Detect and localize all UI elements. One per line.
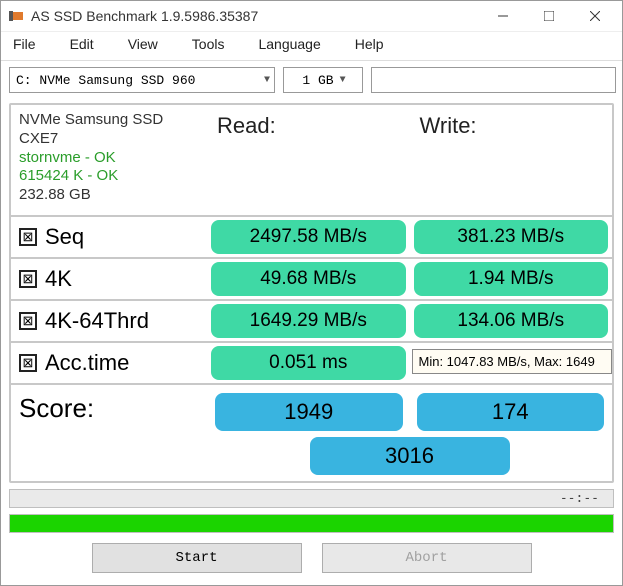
menu-help[interactable]: Help: [349, 34, 390, 54]
seq-read-value: 2497.58 MB/s: [211, 220, 406, 254]
row-acc-time: ⊠ Acc.time 0.051 ms Min: 1047.83 MB/s, Ma…: [11, 341, 612, 383]
acc-label: Acc.time: [45, 350, 129, 376]
4k-read-value: 49.68 MB/s: [211, 262, 406, 296]
4k64-write-value: 134.06 MB/s: [414, 304, 609, 338]
score-total: 3016: [310, 437, 510, 475]
seq-checkbox[interactable]: ⊠: [19, 228, 37, 246]
4k64-label: 4K-64Thrd: [45, 308, 149, 334]
score-write: 174: [417, 393, 605, 431]
abort-button: Abort: [322, 543, 532, 573]
menu-edit[interactable]: Edit: [64, 34, 100, 54]
close-button[interactable]: [572, 1, 618, 31]
device-firmware: CXE7: [19, 130, 199, 149]
tooltip: Min: 1047.83 MB/s, Max: 1649: [412, 349, 613, 374]
drive-select-value: C: NVMe Samsung SSD 960: [16, 73, 195, 88]
results-panel: NVMe Samsung SSD CXE7 stornvme - OK 6154…: [9, 103, 614, 483]
menu-tools[interactable]: Tools: [186, 34, 231, 54]
maximize-button[interactable]: [526, 1, 572, 31]
window-title: AS SSD Benchmark 1.9.5986.35387: [31, 8, 480, 24]
row-score: Score: 1949 174 3016: [11, 383, 612, 481]
menu-view[interactable]: View: [122, 34, 164, 54]
4k-checkbox[interactable]: ⊠: [19, 270, 37, 288]
progress-bar-1: --:--: [9, 489, 614, 508]
row-4k: ⊠ 4K 49.68 MB/s 1.94 MB/s: [11, 257, 612, 299]
row-4k-64thrd: ⊠ 4K-64Thrd 1649.29 MB/s 134.06 MB/s: [11, 299, 612, 341]
progress-bar-2: [9, 514, 614, 533]
blank-field[interactable]: [371, 67, 616, 93]
seq-write-value: 381.23 MB/s: [414, 220, 609, 254]
device-name: NVMe Samsung SSD: [19, 111, 199, 130]
read-header: Read:: [207, 105, 410, 215]
progress-time: --:--: [560, 491, 599, 506]
4k64-read-value: 1649.29 MB/s: [211, 304, 406, 338]
menubar: File Edit View Tools Language Help: [1, 32, 622, 61]
size-select-value: 1 GB: [302, 73, 333, 88]
device-alignment: 615424 K - OK: [19, 167, 199, 186]
4k-write-value: 1.94 MB/s: [414, 262, 609, 296]
acc-read-value: 0.051 ms: [211, 346, 406, 380]
minimize-button[interactable]: [480, 1, 526, 31]
chevron-down-icon: ▼: [264, 75, 270, 86]
device-driver: stornvme - OK: [19, 149, 199, 168]
score-label: Score:: [11, 387, 207, 481]
menu-language[interactable]: Language: [252, 34, 326, 54]
score-read: 1949: [215, 393, 403, 431]
start-button[interactable]: Start: [92, 543, 302, 573]
controls-row: C: NVMe Samsung SSD 960 ▼ 1 GB ▼: [1, 61, 622, 99]
button-row: Start Abort: [1, 533, 622, 585]
chevron-down-icon: ▼: [340, 75, 346, 86]
menu-file[interactable]: File: [7, 34, 42, 54]
seq-label: Seq: [45, 224, 84, 250]
titlebar: AS SSD Benchmark 1.9.5986.35387: [1, 1, 622, 32]
4k-label: 4K: [45, 266, 72, 292]
device-info: NVMe Samsung SSD CXE7 stornvme - OK 6154…: [11, 105, 207, 215]
acc-checkbox[interactable]: ⊠: [19, 354, 37, 372]
write-header: Write:: [410, 105, 613, 215]
row-seq: ⊠ Seq 2497.58 MB/s 381.23 MB/s: [11, 215, 612, 257]
drive-select[interactable]: C: NVMe Samsung SSD 960 ▼: [9, 67, 275, 93]
device-capacity: 232.88 GB: [19, 186, 199, 205]
4k64-checkbox[interactable]: ⊠: [19, 312, 37, 330]
app-icon: [9, 8, 25, 24]
size-select[interactable]: 1 GB ▼: [283, 67, 363, 93]
